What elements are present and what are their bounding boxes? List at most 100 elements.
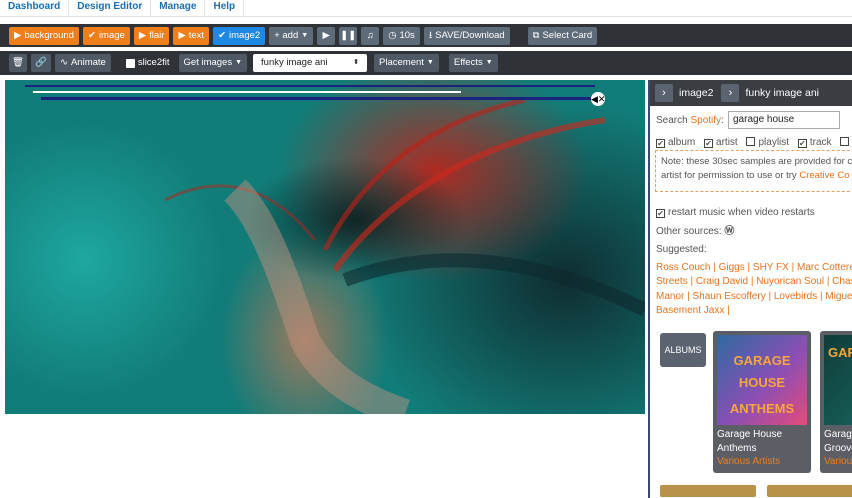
image-layer-button[interactable]: ✔ image: [82, 26, 130, 45]
album-artist[interactable]: Variou: [824, 456, 852, 467]
layer-options-toolbar: 🗑 🔗 ∿ Animate slice2fit Get images ▼ funky…: [0, 51, 852, 75]
placement-dropdown[interactable]: Placement ▼: [374, 54, 439, 72]
layer-select-value: funky image ani: [261, 57, 328, 68]
link-button[interactable]: 🔗: [31, 54, 51, 72]
spotify-link[interactable]: Spotify: [690, 115, 721, 126]
save-download-button[interactable]: ⭳ SAVE/Download: [423, 26, 510, 45]
suggested-artists-line[interactable]: Manor | Shaun Escoffery | Lovebirds | Mi…: [656, 291, 852, 302]
check-icon: ✔: [218, 29, 227, 41]
artist-checkbox[interactable]: ✔: [704, 139, 714, 148]
playback-progress-bar[interactable]: [33, 91, 461, 93]
search-filters: ✔ album ✔ artist playlist ✔ track: [656, 137, 852, 148]
select-card-label: Select Card: [542, 29, 593, 41]
select-card-button[interactable]: ⧉ Select Card: [527, 26, 598, 45]
chevron-right-icon[interactable]: ›: [721, 84, 740, 102]
image2-layer-button[interactable]: ✔ image2: [213, 26, 266, 45]
get-images-label: Get images: [183, 57, 233, 68]
album-checkbox[interactable]: ✔: [656, 139, 665, 148]
suggested-artists-line[interactable]: Basement Jaxx |: [656, 305, 730, 316]
album-label: album: [668, 137, 696, 148]
caret-down-icon: ▼: [426, 59, 434, 66]
download-icon: ⭳: [428, 29, 433, 41]
artist-label: artist: [716, 137, 738, 148]
text-layer-button[interactable]: ▶ text: [173, 26, 210, 45]
add-label: + add: [274, 29, 299, 41]
pause-icon: ❚❚: [340, 29, 357, 41]
creative-commons-link[interactable]: Creative Co: [799, 170, 849, 181]
text-label: text: [188, 29, 205, 41]
restart-music-option[interactable]: ✔ restart music when video restarts: [656, 207, 815, 218]
animate-button[interactable]: ∿ Animate: [55, 54, 111, 72]
caret-down-icon: ▼: [235, 59, 243, 66]
album-card-next[interactable]: [767, 485, 852, 497]
breadcrumb-item-layer[interactable]: funky image ani: [745, 87, 819, 99]
add-layer-button[interactable]: + add ▼: [269, 26, 314, 45]
album-cover: GAR: [824, 335, 852, 425]
other-sources: Other sources: Ⓦ: [656, 222, 734, 237]
extra-checkbox[interactable]: [840, 137, 850, 146]
suggested-artists-line[interactable]: Streets | Craig David | Nuyorican Soul |…: [656, 276, 852, 287]
tab-help[interactable]: Help: [205, 0, 245, 17]
album-card-next[interactable]: [660, 485, 756, 497]
layer-toolbar: ▶ background ✔ image ▶ flair ▶ text ✔ image2 …: [0, 24, 852, 47]
album-artist[interactable]: Various Artists: [717, 456, 807, 467]
mute-icon[interactable]: ◀✕: [591, 92, 605, 106]
audio-track-bar[interactable]: [41, 97, 591, 100]
hair-strokes: [164, 97, 645, 414]
music-button[interactable]: ♫: [361, 26, 380, 45]
tab-design-editor[interactable]: Design Editor: [69, 0, 152, 17]
layer-select[interactable]: funky image ani ⬍: [253, 54, 368, 72]
check-icon: ✔: [87, 29, 96, 41]
flair-layer-button[interactable]: ▶ flair: [133, 26, 170, 45]
delete-button[interactable]: 🗑: [9, 54, 27, 72]
trash-icon: 🗑: [11, 57, 25, 68]
slice2fit-checkbox[interactable]: slice2fit: [121, 54, 175, 72]
spotify-search-input[interactable]: garage house: [728, 111, 840, 129]
timeline-track[interactable]: [25, 85, 595, 87]
duration-label: 10s: [399, 29, 415, 41]
track-checkbox[interactable]: ✔: [797, 139, 807, 148]
save-label: SAVE/Download: [435, 29, 505, 41]
play-button[interactable]: ▶: [317, 26, 336, 45]
album-card[interactable]: GAR Garage Groove Variou: [820, 331, 852, 473]
play-icon: ▶: [178, 29, 186, 41]
background-layer-button[interactable]: ▶ background: [9, 26, 79, 45]
preview-note: Note: these 30sec samples are provided f…: [655, 150, 852, 192]
link-icon: 🔗: [35, 57, 47, 68]
music-panel: › image2 › funky image ani Search Spotif…: [648, 80, 852, 498]
restart-checkbox[interactable]: ✔: [656, 209, 665, 218]
design-canvas[interactable]: ◀✕: [5, 80, 645, 414]
search-label-text: Search: [656, 115, 688, 126]
search-label: Search Spotify:: [656, 115, 724, 126]
album-card[interactable]: GARAGE HOUSE ANTHEMS Garage House Anthem…: [713, 331, 811, 473]
albums-button[interactable]: ALBUMS: [660, 333, 706, 367]
cover-text: HOUSE: [738, 375, 786, 390]
panel-breadcrumb: › image2 › funky image ani: [650, 80, 852, 106]
suggested-artists-line[interactable]: Ross Couch | Giggs | SHY FX | Marc Cotte…: [656, 262, 852, 273]
cover-text: GAR: [828, 345, 852, 360]
image2-label: image2: [229, 29, 261, 41]
tab-dashboard[interactable]: Dashboard: [0, 0, 70, 17]
breadcrumb-item-image2[interactable]: image2: [679, 87, 713, 99]
timer-icon: ◷: [388, 29, 397, 41]
animate-label: Animate: [70, 57, 106, 68]
duration-button[interactable]: ◷ 10s: [383, 26, 420, 45]
tab-manage[interactable]: Manage: [151, 0, 206, 17]
album-title: Garage House: [717, 429, 783, 440]
pause-button[interactable]: ❚❚: [339, 26, 358, 45]
restart-label: restart music when video restarts: [668, 207, 815, 218]
note-line-1: Note: these 30sec samples are provided f…: [661, 156, 852, 167]
chevron-right-icon[interactable]: ›: [655, 84, 673, 102]
note-line-2: artist for permission to use or try Crea…: [661, 169, 852, 183]
play-icon: ▶: [322, 29, 330, 41]
background-label: background: [24, 29, 74, 41]
slice2fit-label: slice2fit: [137, 57, 170, 68]
effects-dropdown[interactable]: Effects ▼: [448, 54, 498, 72]
top-nav: Dashboard Design Editor Manage Help: [0, 0, 852, 17]
playlist-checkbox[interactable]: [746, 137, 756, 146]
wordpress-icon[interactable]: Ⓦ: [724, 226, 734, 237]
music-note-icon: ♫: [366, 29, 374, 41]
get-images-dropdown[interactable]: Get images ▼: [178, 54, 248, 72]
play-icon: ▶: [138, 29, 147, 41]
note-text: artist for permission to use or try: [661, 170, 800, 181]
